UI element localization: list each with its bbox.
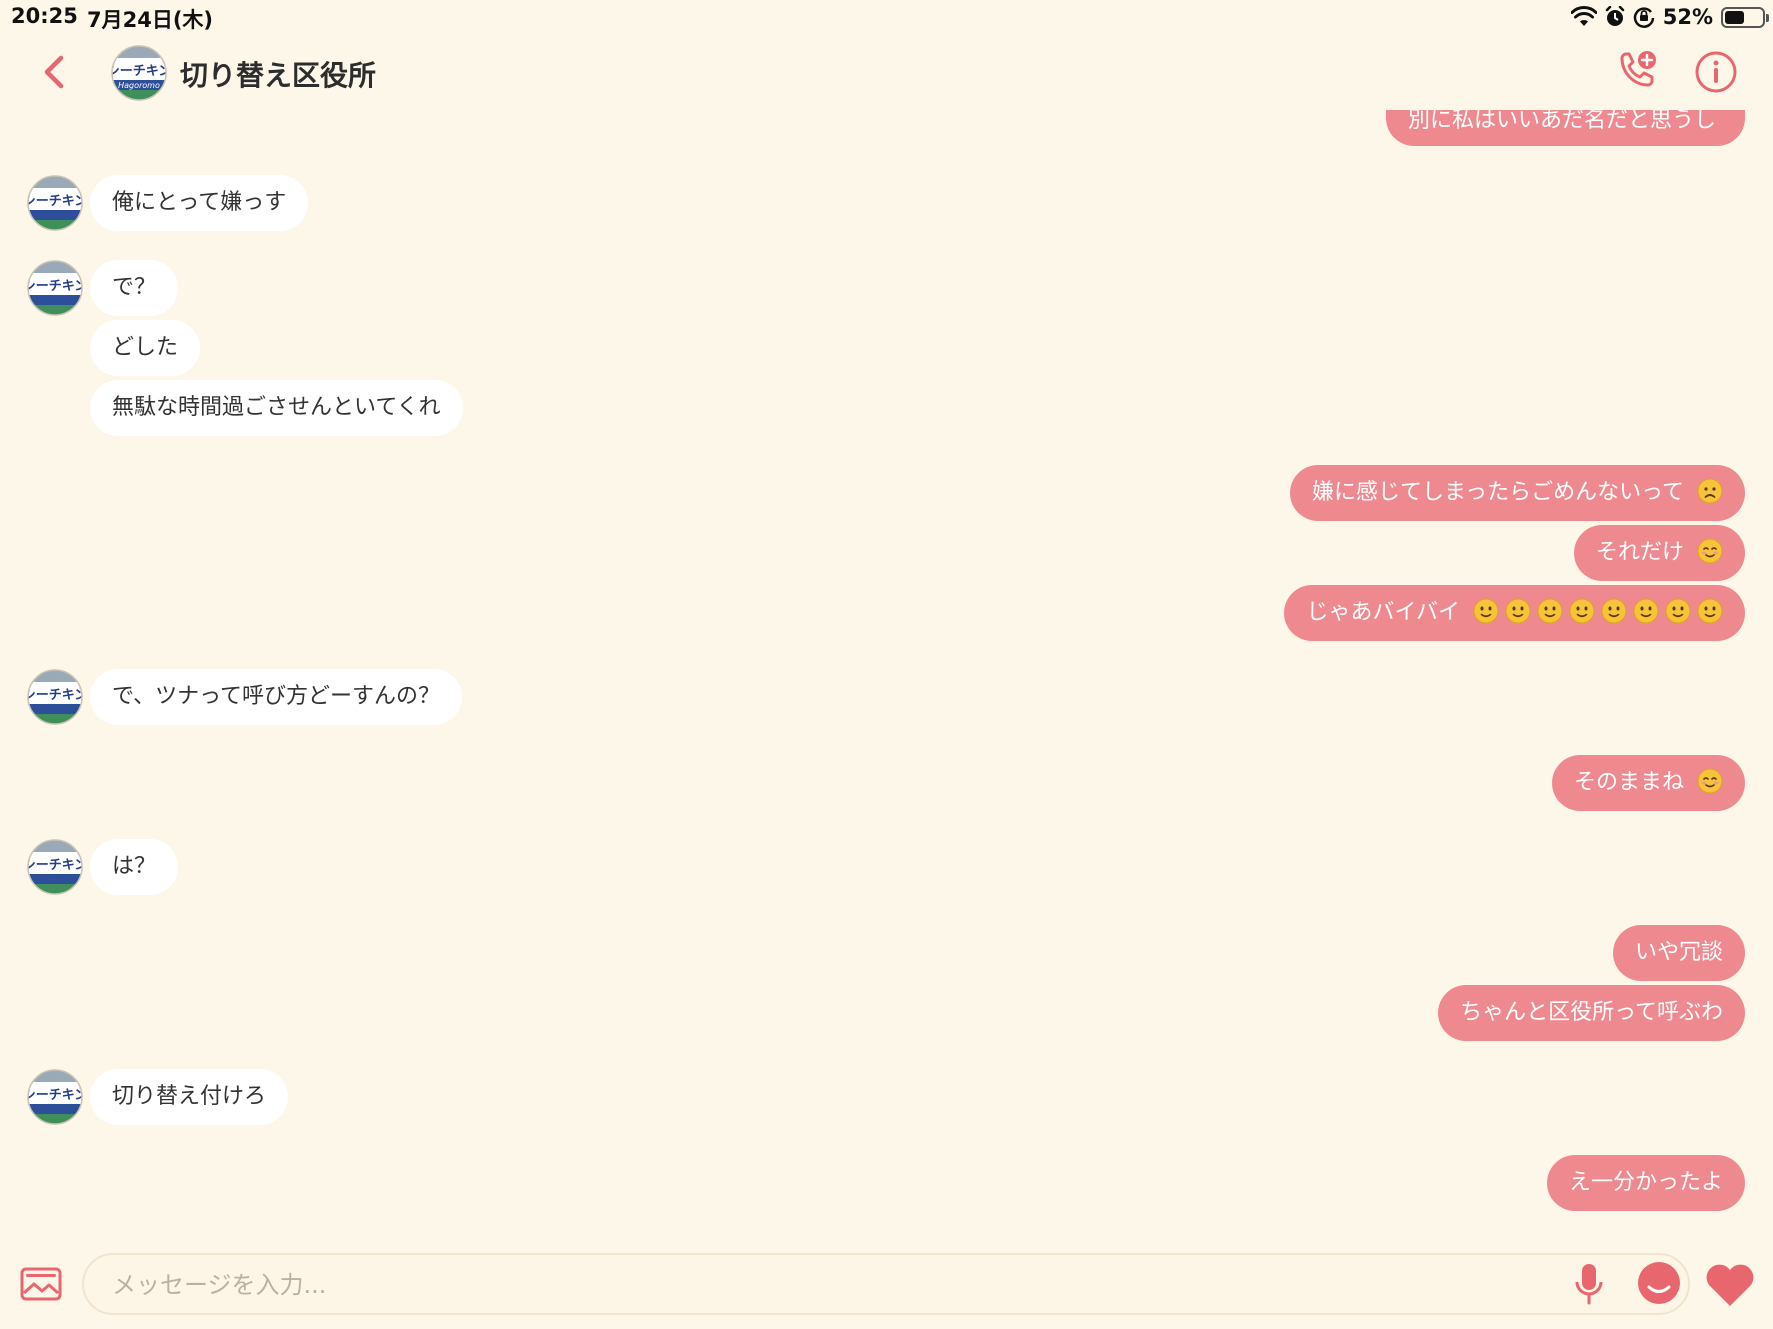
message-text: そのままね [1573,770,1684,795]
message-text: いや冗談 [1634,940,1723,965]
message-text: じゃあバイバイ [1306,600,1460,625]
message-bubble-incoming[interactable]: 俺にとって嫌っす [90,175,309,231]
message-bubble-incoming[interactable]: 切り替え付けろ [90,1069,289,1125]
message-list[interactable]: 別に私はいいあだ名だと思うし シーチキン 俺にとって嫌っす シーチキン で？ ど… [0,110,1773,1240]
avatar[interactable]: シーチキン [26,174,84,232]
message-text: ちゃんと区役所って呼ぶわ [1460,1000,1723,1025]
message-bubble-outgoing[interactable]: それだけ [1573,525,1745,581]
status-indicators: 52% [1570,3,1769,31]
slightly-smiling-face-emoji [1665,598,1691,624]
slightly-smiling-face-emoji [1697,598,1723,624]
emoji-row [1467,598,1723,625]
message-bubble-outgoing[interactable]: じゃあバイバイ [1284,585,1745,641]
message-text: 嫌に感じてしまったらごめんないって [1311,480,1684,505]
avatar[interactable]: シーチキン [26,838,84,896]
slightly-smiling-face-emoji [1505,598,1531,624]
slightly-smiling-face-emoji [1473,598,1499,624]
svg-text:Hagoromo: Hagoromo [118,81,160,90]
message-bubble-incoming[interactable]: で？ [90,260,179,316]
message-bubble-incoming[interactable]: は？ [90,839,179,895]
message-input-bar [0,1240,1773,1329]
message-bubble-outgoing[interactable]: 嫌に感じてしまったらごめんないって [1289,465,1745,521]
slightly-smiling-face-emoji [1601,598,1627,624]
message-bubble-outgoing[interactable]: ちゃんと区役所って呼ぶわ [1438,985,1745,1041]
info-icon[interactable] [1694,50,1738,94]
avatar[interactable]: シーチキン [26,668,84,726]
svg-text:シーチキン: シーチキン [26,858,84,873]
message-text: 別に私はいいあだ名だと思うし [1408,110,1717,133]
svg-text:シーチキン: シーチキン [26,1088,84,1103]
message-input-wrapper[interactable] [82,1253,1690,1315]
battery-level [1725,10,1744,24]
svg-text:シーチキン: シーチキン [26,279,84,294]
sticker-icon[interactable] [1636,1260,1682,1306]
message-bubble-incoming[interactable]: で、ツナって呼び方どーすんの？ [90,669,463,725]
message-bubble-outgoing[interactable]: そのままね [1551,755,1745,811]
message-text: 無駄な時間過ごさせんといてくれ [112,395,441,420]
chat-header: シーチキン Hagoromo 切り替え区役所 [0,34,1773,110]
message-text: え一分かったよ [1568,1170,1723,1195]
battery-percent: 52% [1662,5,1713,29]
frowning-face-emoji [1697,478,1723,504]
message-text: どした [112,335,179,360]
slightly-smiling-face-emoji [1633,598,1659,624]
message-bubble-incoming[interactable]: どした [90,320,201,376]
svg-text:シーチキン: シーチキン [110,64,168,79]
smiling-face-emoji [1697,538,1723,564]
message-text: で、ツナって呼び方どーすんの？ [112,684,441,709]
message-text: 俺にとって嫌っす [112,190,287,215]
svg-text:シーチキン: シーチキン [26,688,84,703]
slightly-smiling-face-emoji [1569,598,1595,624]
message-text: で？ [112,275,157,300]
status-time: 20:25 [11,4,78,28]
alarm-icon [1605,6,1624,26]
orientation-lock-icon [1633,7,1654,28]
message-bubble-incoming[interactable]: 無駄な時間過ごさせんといてくれ [90,380,463,436]
message-text: 切り替え付けろ [112,1084,267,1109]
battery-icon [1721,6,1769,28]
microphone-icon[interactable] [1572,1262,1606,1306]
status-bar: 20:25 7月24日(木) 52% [0,0,1773,34]
avatar[interactable]: シーチキン Hagoromo [110,44,168,102]
message-text: それだけ [1595,540,1684,565]
chat-title[interactable]: 切り替え区役所 [180,54,376,94]
message-bubble-outgoing[interactable]: いや冗談 [1612,925,1745,981]
photo-icon[interactable] [20,1266,62,1302]
message-text: は？ [112,854,157,879]
message-bubble-outgoing[interactable]: え一分かったよ [1546,1155,1745,1211]
message-input[interactable] [112,1265,1552,1305]
avatar[interactable]: シーチキン [26,259,84,317]
heart-icon[interactable] [1704,1262,1756,1308]
message-bubble-outgoing[interactable]: 別に私はいいあだ名だと思うし [1386,110,1745,146]
avatar[interactable]: シーチキン [26,1068,84,1126]
smiling-face-emoji [1697,768,1723,794]
wifi-icon [1570,6,1597,26]
slightly-smiling-face-emoji [1537,598,1563,624]
back-icon[interactable] [36,52,74,92]
status-date: 7月24日(木) [87,8,214,32]
svg-text:シーチキン: シーチキン [26,194,84,209]
add-call-icon[interactable] [1614,48,1660,94]
